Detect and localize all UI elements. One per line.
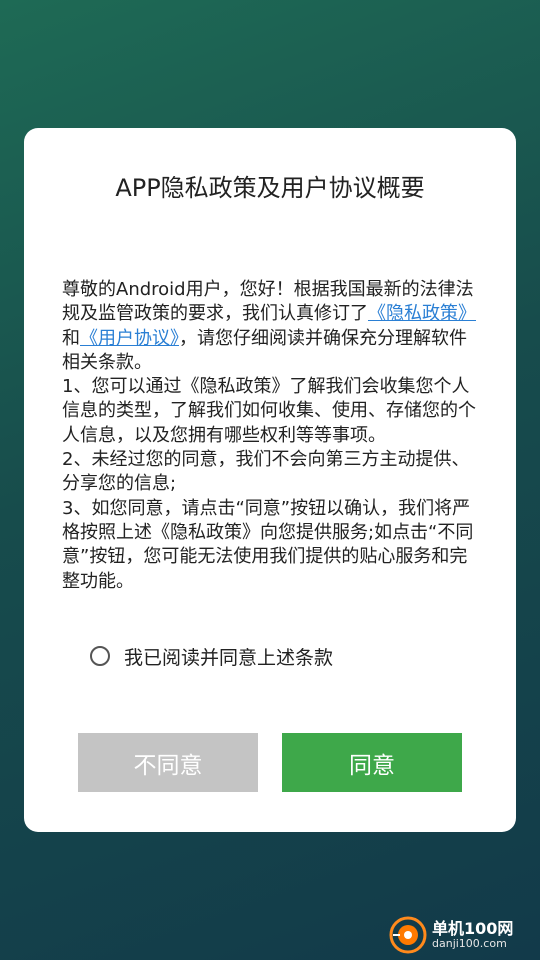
agree-checkbox-label: 我已阅读并同意上述条款	[124, 646, 334, 669]
body-paragraph-2: 2、未经过您的同意，我们不会向第三方主动提供、分享您的信息;	[62, 449, 470, 495]
body-paragraph-3: 3、如您同意，请点击“同意”按钮以确认，我们将严格按照上述《隐私政策》向您提供服…	[62, 497, 474, 592]
privacy-dialog: APP隐私政策及用户协议概要 尊敬的Android用户，您好！根据我国最新的法律…	[24, 128, 516, 832]
watermark-logo-icon	[388, 915, 428, 955]
dialog-title: APP隐私政策及用户协议概要	[115, 174, 425, 202]
dialog-body: 尊敬的Android用户，您好！根据我国最新的法律法规及监管政策的要求，我们认真…	[62, 278, 482, 594]
agree-button[interactable]: 同意	[282, 733, 462, 792]
watermark-text: 单机100网 danji100.com	[432, 920, 513, 950]
user-agreement-link[interactable]: 《用户协议》	[80, 328, 179, 349]
body-paragraph-intro: 尊敬的Android用户，您好！根据我国最新的法律法规及监管政策的要求，我们认真…	[62, 278, 482, 375]
and-text: 和	[62, 327, 80, 349]
site-watermark: 单机100网 danji100.com	[388, 913, 538, 957]
disagree-button[interactable]: 不同意	[78, 733, 258, 792]
agree-checkbox[interactable]: 我已阅读并同意上述条款	[90, 641, 333, 671]
watermark-name: 单机100网	[432, 919, 514, 939]
watermark-domain: danji100.com	[432, 936, 507, 950]
privacy-policy-link[interactable]: 《隐私政策》	[368, 303, 476, 324]
radio-unchecked-icon[interactable]	[90, 646, 110, 666]
body-paragraph-1: 1、您可以通过《隐私政策》了解我们会收集您个人信息的类型，了解我们如何收集、使用…	[62, 376, 476, 446]
